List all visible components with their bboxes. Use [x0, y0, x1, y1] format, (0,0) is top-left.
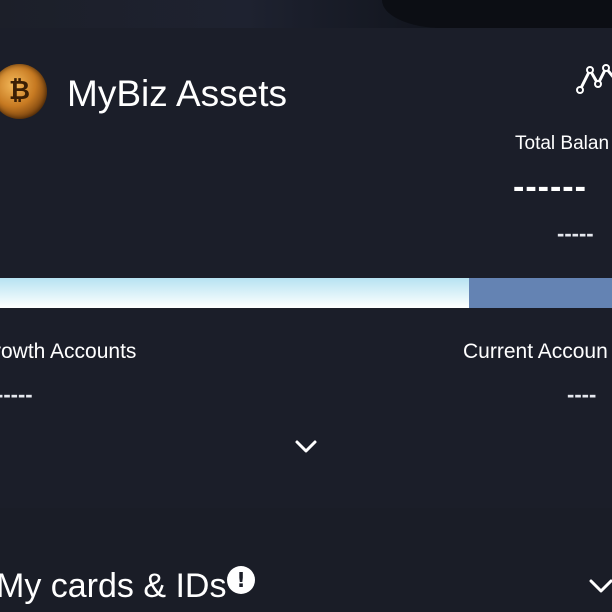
- page-title: MyBiz Assets: [67, 73, 287, 114]
- current-accounts-value: ----: [567, 382, 597, 407]
- growth-accounts-value: -----: [0, 382, 33, 407]
- bitcoin-coin-icon: ₿: [0, 64, 47, 119]
- total-balance-label: Total Balan: [515, 133, 610, 154]
- growth-allocation-fill: [0, 278, 469, 308]
- chevron-down-icon[interactable]: [294, 437, 318, 455]
- app-screen: ₿ MyBiz Assets Total Balan ------ ----- …: [0, 0, 612, 612]
- coin-glyph: ₿: [8, 76, 31, 106]
- total-balance-subvalue: -----: [557, 221, 594, 246]
- exclamation-circle-icon: !: [227, 566, 255, 594]
- total-balance-value: ------: [513, 168, 587, 206]
- current-accounts-label: Current Accoun: [463, 340, 608, 363]
- top-header-strip: [0, 0, 612, 28]
- growth-accounts-label: rowth Accounts: [0, 340, 137, 363]
- allocation-bar: [0, 278, 612, 308]
- trend-line-icon[interactable]: [576, 62, 612, 96]
- cards-chevron-down-icon[interactable]: [588, 576, 612, 596]
- cards-section-title[interactable]: My cards & IDs: [0, 566, 226, 606]
